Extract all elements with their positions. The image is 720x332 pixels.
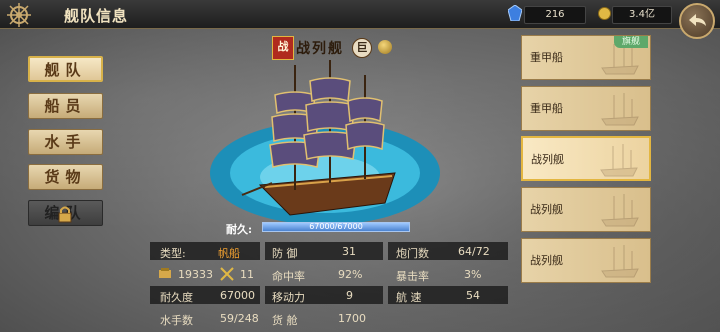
fleet-card-name: 战列舰 bbox=[530, 203, 563, 216]
hit-label: 命中率 bbox=[272, 270, 305, 283]
top-bar: 舰队信息 216 3.4亿 bbox=[0, 0, 720, 29]
rank-value: 11 bbox=[240, 268, 254, 281]
flagship-tag: 旗舰 bbox=[614, 36, 648, 48]
page-title: 舰队信息 bbox=[64, 7, 129, 25]
durability-text: 67000/67000 bbox=[309, 222, 363, 231]
type-label: 类型: bbox=[160, 247, 186, 260]
fleet-card-4[interactable]: 战列舰 bbox=[521, 187, 651, 232]
menu-sailors[interactable]: 水手 bbox=[28, 129, 103, 155]
menu-formation[interactable]: 编队 bbox=[28, 200, 103, 226]
ship-display bbox=[210, 60, 440, 225]
crit-value: 3% bbox=[464, 268, 482, 281]
gem-count: 216 bbox=[524, 6, 586, 24]
ship-info-icon[interactable] bbox=[378, 40, 392, 54]
move-value: 9 bbox=[346, 289, 353, 302]
back-button[interactable] bbox=[679, 3, 715, 39]
power-icon bbox=[159, 268, 171, 278]
stats-panel: 类型: 帆船 19333 11 耐久度 67000 水手数 59/248 防 御… bbox=[150, 238, 516, 332]
fleet-card-name: 战列舰 bbox=[530, 254, 563, 267]
sailors-value: 59/248 bbox=[220, 312, 259, 325]
defense-value: 31 bbox=[342, 245, 356, 258]
ship-silhouette-icon bbox=[601, 93, 639, 126]
ship-wheel-icon bbox=[7, 3, 31, 27]
fleet-card-2[interactable]: 重甲船 bbox=[521, 86, 651, 131]
fleet-card-5[interactable]: 战列舰 bbox=[521, 238, 651, 283]
fleet-card-name: 重甲船 bbox=[530, 102, 563, 115]
lock-icon bbox=[58, 206, 72, 223]
defense-label: 防 御 bbox=[272, 247, 298, 260]
menu-fleet[interactable]: 舰队 bbox=[28, 56, 103, 82]
power-value: 19333 bbox=[178, 268, 213, 281]
gem-icon bbox=[508, 5, 522, 21]
menu-cargo[interactable]: 货物 bbox=[28, 164, 103, 190]
ship-silhouette-icon bbox=[600, 144, 638, 177]
sailors-label: 水手数 bbox=[160, 314, 193, 327]
fleet-card-3[interactable]: 战列舰 bbox=[521, 136, 651, 181]
endurance-value: 67000 bbox=[220, 289, 255, 302]
cargo-value: 1700 bbox=[338, 312, 366, 325]
cannon-value: 64/72 bbox=[458, 245, 490, 258]
crossed-swords-icon bbox=[220, 267, 234, 281]
durability-bar: 67000/67000 bbox=[262, 222, 410, 232]
crit-label: 暴击率 bbox=[396, 270, 429, 283]
durability-label: 耐久: bbox=[226, 223, 253, 236]
gold-coin-icon bbox=[598, 7, 611, 20]
gold-count: 3.4亿 bbox=[612, 6, 672, 24]
cannon-label: 炮门数 bbox=[396, 247, 429, 260]
ship-silhouette-icon bbox=[601, 245, 639, 278]
endurance-label: 耐久度 bbox=[160, 291, 193, 304]
fleet-card-name: 战列舰 bbox=[531, 153, 564, 166]
battle-badge: 战 bbox=[272, 36, 294, 60]
back-arrow-icon bbox=[689, 14, 706, 26]
speed-value: 54 bbox=[466, 289, 480, 302]
speed-label: 航 速 bbox=[396, 291, 422, 304]
ship-name: 战列舰 bbox=[296, 41, 344, 57]
ship-silhouette-icon bbox=[601, 194, 639, 227]
fleet-card-name: 重甲船 bbox=[530, 51, 563, 64]
cargo-label: 货 舱 bbox=[272, 314, 298, 327]
hit-value: 92% bbox=[338, 268, 363, 281]
ship-size-badge: 巨 bbox=[352, 38, 372, 58]
move-label: 移动力 bbox=[272, 291, 305, 304]
menu-crew[interactable]: 船员 bbox=[28, 93, 103, 119]
type-value: 帆船 bbox=[218, 247, 240, 260]
fleet-card-1[interactable]: 重甲船 旗舰 bbox=[521, 35, 651, 80]
